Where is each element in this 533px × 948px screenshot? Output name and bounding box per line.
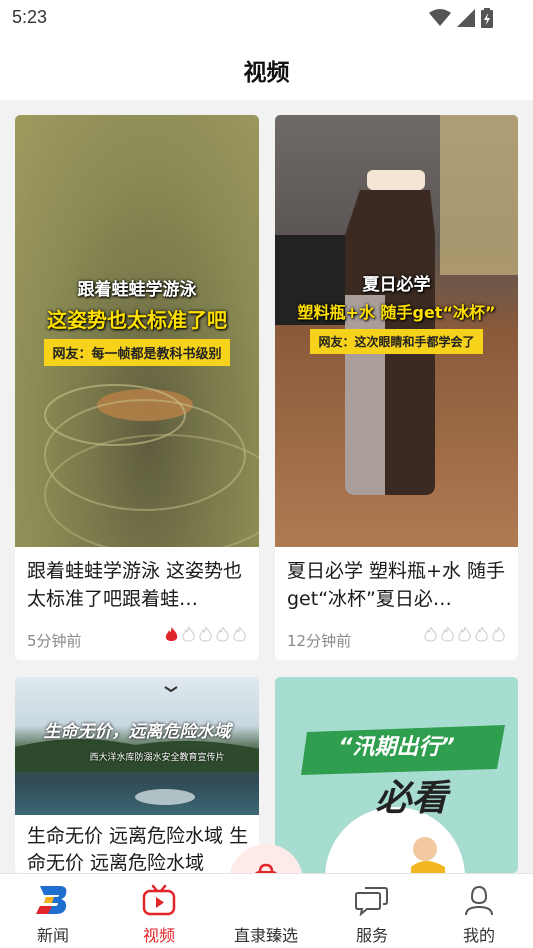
tab-label: 新闻 — [36, 926, 69, 945]
flame-icon — [441, 627, 454, 642]
tab-shop[interactable]: 直隶臻选 — [226, 874, 306, 948]
video-card[interactable]: “汛期出行” 必看 — [275, 677, 518, 873]
overlay-line-2: 西大洋水库防溺水安全教育宣传片 — [89, 753, 225, 763]
overlay-caption-box: 网友：这次眼睛和手都学会了 — [310, 329, 483, 354]
tab-label: 视频 — [142, 926, 175, 945]
video-thumbnail: 生命无价，远离危险水域 西大洋水库防溺水安全教育宣传片 — [15, 677, 259, 815]
wifi-icon — [429, 9, 451, 26]
overlay-caption-box: 网友：每一帧都是教科书级别 — [44, 339, 230, 366]
battery-icon — [481, 8, 493, 28]
video-thumbnail: 夏日必学 塑料瓶+水 随手get“冰杯” 网友：这次眼睛和手都学会了 — [275, 115, 518, 547]
video-card[interactable]: 跟着蛙蛙学游泳 这姿势也太标准了吧 网友：每一帧都是教科书级别 跟着蛙蛙学游泳 … — [15, 115, 259, 660]
flame-icon — [199, 627, 212, 642]
video-title: 生命无价 远离危险水域 生命无价 远离危险水域 — [27, 825, 249, 873]
tv-play-icon — [142, 884, 176, 916]
news-logo-icon — [36, 886, 67, 914]
flame-icon — [216, 627, 229, 642]
status-bar: 5:23 — [0, 0, 533, 36]
flame-icon — [492, 627, 505, 642]
tab-profile[interactable]: 我的 — [439, 874, 519, 948]
overlay-line-2: 必看 — [375, 778, 448, 819]
heat-rating — [164, 627, 247, 643]
chat-bubbles-icon — [355, 887, 388, 916]
overlay-line-1: “汛期出行” — [338, 735, 455, 760]
overlay-line-2: 这姿势也太标准了吧 — [47, 308, 227, 332]
tab-service[interactable]: 服务 — [332, 874, 412, 948]
flame-icon — [458, 627, 471, 642]
overlay-line-1: 跟着蛙蛙学游泳 — [77, 280, 197, 300]
video-card[interactable]: 生命无价，远离危险水域 西大洋水库防溺水安全教育宣传片 生命无价 远离危险水域 … — [15, 677, 259, 873]
tab-video[interactable]: 视频 — [119, 874, 199, 948]
flame-icon — [424, 627, 437, 642]
tab-label: 服务 — [355, 926, 388, 945]
tab-news[interactable]: 新闻 — [13, 874, 93, 948]
video-thumbnail: 跟着蛙蛙学游泳 这姿势也太标准了吧 网友：每一帧都是教科书级别 — [15, 115, 259, 547]
page-title: 视频 — [243, 60, 290, 86]
heat-rating — [423, 627, 506, 643]
tab-label: 直隶臻选 — [233, 926, 298, 945]
video-card[interactable]: 夏日必学 塑料瓶+水 随手get“冰杯” 网友：这次眼睛和手都学会了 夏日必学 … — [275, 115, 518, 660]
flame-icon — [165, 627, 178, 641]
user-icon — [465, 885, 493, 916]
tab-label: 我的 — [462, 926, 495, 945]
signal-icon — [457, 9, 475, 27]
status-icons — [429, 8, 493, 28]
video-time: 5分钟前 — [27, 632, 82, 650]
video-time: 12分钟前 — [287, 632, 352, 650]
header: 视频 — [0, 36, 533, 100]
video-title: 跟着蛙蛙学游泳 这姿势也太标准了吧跟着蛙… — [27, 560, 243, 610]
overlay-line-1: 夏日必学 — [362, 275, 431, 295]
bottom-tab-bar: 新闻 视频 直隶臻选 服务 我的 — [0, 873, 533, 948]
flame-icon — [475, 627, 488, 642]
video-title: 夏日必学 塑料瓶+水 随手get“冰杯”夏日必… — [287, 560, 505, 610]
video-thumbnail: “汛期出行” 必看 — [275, 677, 518, 873]
overlay-line-1: 生命无价，远离危险水域 — [43, 722, 231, 742]
status-time: 5:23 — [12, 7, 48, 27]
overlay-line-2: 塑料瓶+水 随手get“冰杯” — [297, 303, 496, 322]
flame-icon — [182, 627, 195, 642]
flame-icon — [233, 627, 246, 642]
